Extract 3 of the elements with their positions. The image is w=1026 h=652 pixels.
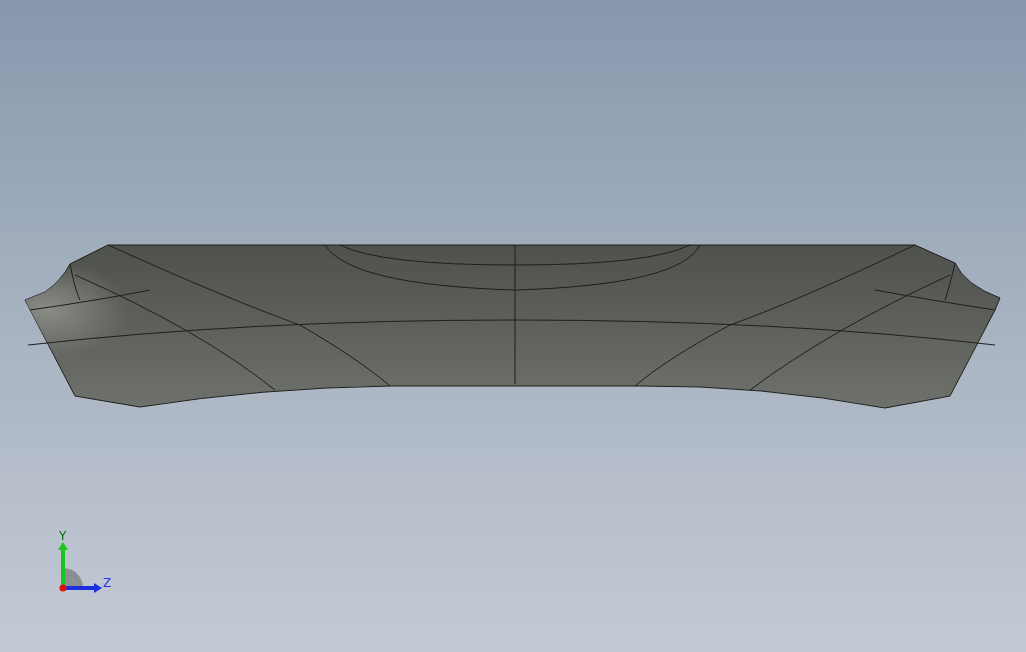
axis-label: Z bbox=[103, 576, 112, 590]
axis-triad-drawing bbox=[58, 542, 102, 593]
axis-label: Y bbox=[59, 530, 67, 543]
